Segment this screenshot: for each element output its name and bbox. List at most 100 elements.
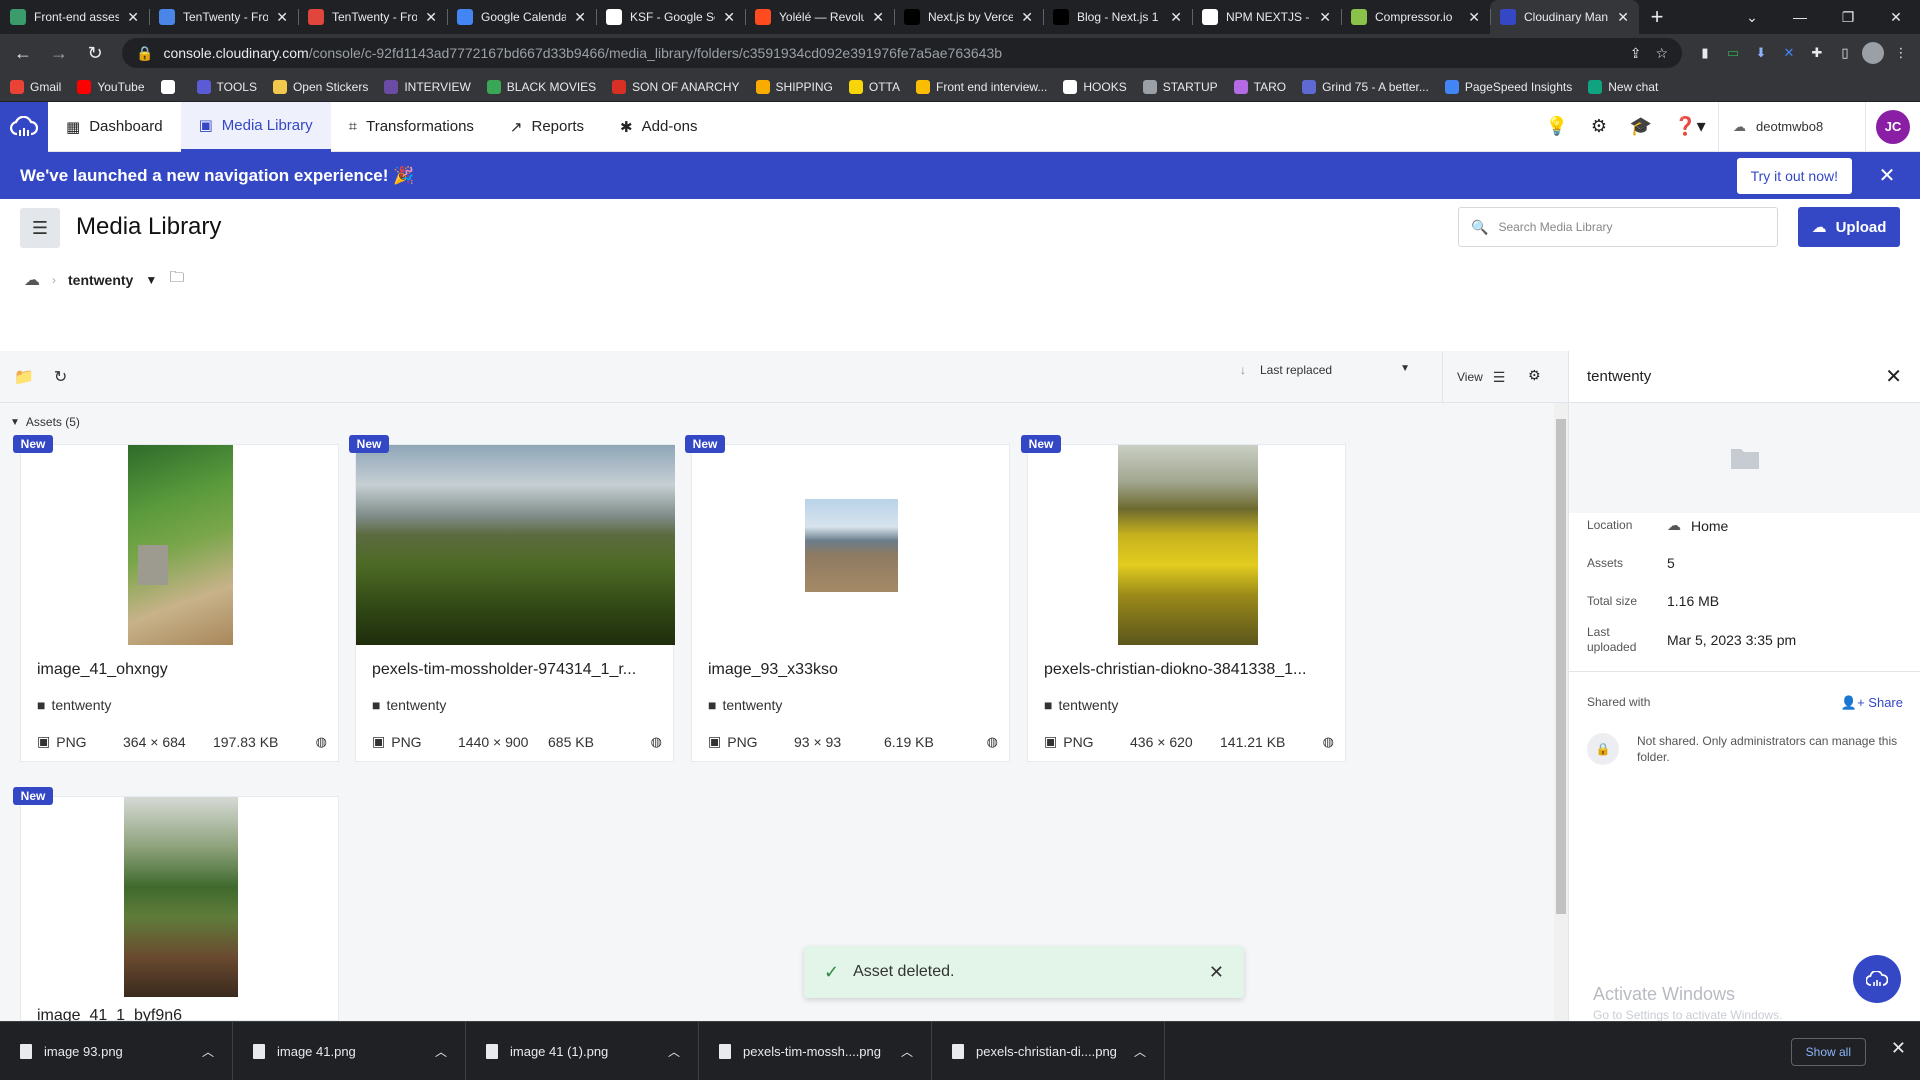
cloudinary-assistant-button[interactable] [1853, 955, 1901, 1003]
browser-menu-icon[interactable]: ⋮ [1890, 42, 1912, 64]
browser-tab[interactable]: TenTwenty - Fro ✕ [298, 0, 447, 34]
cloud-home-icon[interactable]: ☁ [24, 270, 40, 290]
share-button[interactable]: 👤+ Share [1841, 695, 1903, 711]
tab-search-icon[interactable]: ⌄ [1728, 0, 1776, 34]
bookmark-item[interactable]: PageSpeed Insights [1444, 79, 1572, 94]
download-item[interactable]: image 93.png ︿ [0, 1021, 233, 1080]
browser-tab[interactable]: Cloudinary Man ✕ [1490, 0, 1639, 34]
asset-card[interactable]: pexels-tim-mossholder-974314_1_r... ■ ten… [355, 444, 675, 762]
puzzle-extensions-icon[interactable]: ✚ [1806, 42, 1828, 64]
close-window-button[interactable]: ✕ [1872, 0, 1920, 34]
download-extension-icon[interactable]: ⬇ [1750, 42, 1772, 64]
close-icon[interactable]: ✕ [1874, 163, 1900, 188]
close-icon[interactable]: ✕ [1885, 364, 1902, 389]
bookmark-item[interactable]: Gmail [10, 79, 61, 94]
restore-button[interactable]: ❐ [1824, 0, 1872, 34]
bookmark-item[interactable]: TOOLS [196, 79, 257, 94]
chevron-up-icon[interactable]: ︿ [435, 1043, 447, 1060]
sort-direction-icon[interactable]: ↓ [1240, 363, 1246, 377]
tab-close-icon[interactable]: ✕ [574, 9, 586, 26]
extension-icon[interactable]: ▮ [1694, 42, 1716, 64]
browser-tab[interactable]: KSF - Google Se ✕ [596, 0, 745, 34]
lightbulb-icon[interactable]: 💡 [1536, 116, 1578, 137]
tab-close-icon[interactable]: ✕ [425, 9, 437, 26]
tab-close-icon[interactable]: ✕ [723, 9, 735, 26]
menu-icon[interactable]: ☰ [20, 208, 60, 248]
sort-select[interactable]: Last replaced ▼ [1260, 363, 1410, 377]
tab-close-icon[interactable]: ✕ [1319, 9, 1331, 26]
view-toggle[interactable]: View ☰ [1442, 351, 1505, 403]
minimize-button[interactable]: — [1776, 0, 1824, 34]
chevron-up-icon[interactable]: ︿ [1134, 1043, 1146, 1060]
new-tab-button[interactable]: + [1639, 0, 1675, 34]
browser-tab[interactable]: Yolélé — Revolu ✕ [745, 0, 894, 34]
close-icon[interactable]: ✕ [1209, 962, 1224, 983]
bookmark-item[interactable]: TARO [1233, 79, 1286, 94]
browser-tab[interactable]: Front-end asses ✕ [0, 0, 149, 34]
bookmark-item[interactable]: OTTA [848, 79, 900, 94]
avatar[interactable]: JC [1876, 109, 1910, 144]
bookmark-star-icon[interactable]: ☆ [1655, 45, 1668, 62]
chevron-up-icon[interactable]: ︿ [668, 1043, 680, 1060]
settings-gear-icon[interactable]: ⚙ [1578, 116, 1620, 137]
tab-close-icon[interactable]: ✕ [1617, 9, 1629, 26]
download-item[interactable]: image 41.png ︿ [233, 1021, 466, 1080]
bookmark-item[interactable]: INTERVIEW [384, 79, 471, 94]
public-globe-icon[interactable]: ◍ [1323, 734, 1334, 750]
reload-button[interactable]: ↻ [80, 38, 110, 68]
browser-tab[interactable]: NPM NEXTJS - (✕ [1192, 0, 1341, 34]
bookmark-item[interactable]: HOOKS [1063, 79, 1127, 94]
assets-section-header[interactable]: ▼ Assets (5) [10, 415, 80, 429]
bookmark-item[interactable]: Front end interview... [916, 79, 1047, 94]
search-input[interactable]: 🔍 Search Media Library [1458, 207, 1778, 247]
extension-icon[interactable]: ✕ [1778, 42, 1800, 64]
browser-tab[interactable]: Compressor.io ✕ [1341, 0, 1490, 34]
scrollbar[interactable] [1554, 403, 1568, 1021]
tab-close-icon[interactable]: ✕ [1021, 9, 1033, 26]
bookmark-item[interactable]: STARTUP [1142, 79, 1218, 94]
notifications-icon[interactable]: 🎓 [1620, 116, 1662, 137]
tab-close-icon[interactable]: ✕ [127, 9, 139, 26]
forward-button[interactable]: → [44, 38, 74, 68]
tab-close-icon[interactable]: ✕ [1170, 9, 1182, 26]
nav-item[interactable]: ✱ Add-ons [602, 102, 715, 152]
folder-tree-icon[interactable]: 📁 [14, 367, 34, 387]
bookmark-item[interactable] [160, 79, 181, 94]
public-globe-icon[interactable]: ◍ [316, 734, 327, 750]
bookmark-item[interactable]: YouTube [77, 79, 145, 94]
close-icon[interactable]: ✕ [1891, 1038, 1906, 1059]
profile-icon[interactable] [1862, 42, 1884, 64]
cloudinary-logo[interactable] [0, 101, 48, 152]
address-bar[interactable]: 🔒 console.cloudinary.com/console/c-92fd1… [122, 38, 1682, 68]
nav-item[interactable]: ▦ Dashboard [48, 102, 181, 152]
bookmark-item[interactable]: Grind 75 - A better... [1302, 79, 1429, 94]
chevron-up-icon[interactable]: ︿ [202, 1043, 214, 1060]
scrollbar-thumb[interactable] [1556, 419, 1566, 914]
browser-tab[interactable]: Blog - Next.js 1 ✕ [1043, 0, 1192, 34]
help-icon[interactable]: ❓▾ [1662, 116, 1718, 137]
try-it-now-button[interactable]: Try it out now! [1736, 157, 1852, 194]
upload-button[interactable]: ☁ Upload [1798, 207, 1900, 247]
nav-item[interactable]: ⌗ Transformations [331, 102, 492, 152]
bookmark-item[interactable]: SON OF ANARCHY [612, 79, 740, 94]
bookmark-item[interactable]: New chat [1588, 79, 1658, 94]
download-item[interactable]: pexels-tim-mossh....png ︿ [699, 1021, 932, 1080]
show-all-button[interactable]: Show all [1790, 1038, 1866, 1066]
new-folder-icon[interactable]: 🗀 [169, 267, 184, 292]
browser-tab[interactable]: Next.js by Verce ✕ [894, 0, 1043, 34]
breadcrumb-folder[interactable]: tentwenty [68, 272, 133, 288]
bookmark-item[interactable]: BLACK MOVIES [486, 79, 596, 94]
location-value[interactable]: Home [1691, 518, 1728, 534]
extension-icon[interactable]: ▭ [1722, 42, 1744, 64]
browser-tab[interactable]: Google Calenda ✕ [447, 0, 596, 34]
download-item[interactable]: pexels-christian-di....png ︿ [932, 1021, 1165, 1080]
nav-item[interactable]: ↗ Reports [492, 102, 602, 152]
tab-close-icon[interactable]: ✕ [872, 9, 884, 26]
asset-card[interactable]: pexels-christian-diokno-3841338_1... ■ te… [1027, 444, 1346, 762]
download-item[interactable]: image 41 (1).png ︿ [466, 1021, 699, 1080]
browser-tab[interactable]: TenTwenty - Fro ✕ [149, 0, 298, 34]
public-globe-icon[interactable]: ◍ [987, 734, 998, 750]
settings-gear-icon[interactable]: ⚙ [1528, 367, 1541, 384]
account-switcher[interactable]: ☁ deotmwbo8 JC [1718, 101, 1920, 152]
side-panel-icon[interactable]: ▯ [1834, 42, 1856, 64]
